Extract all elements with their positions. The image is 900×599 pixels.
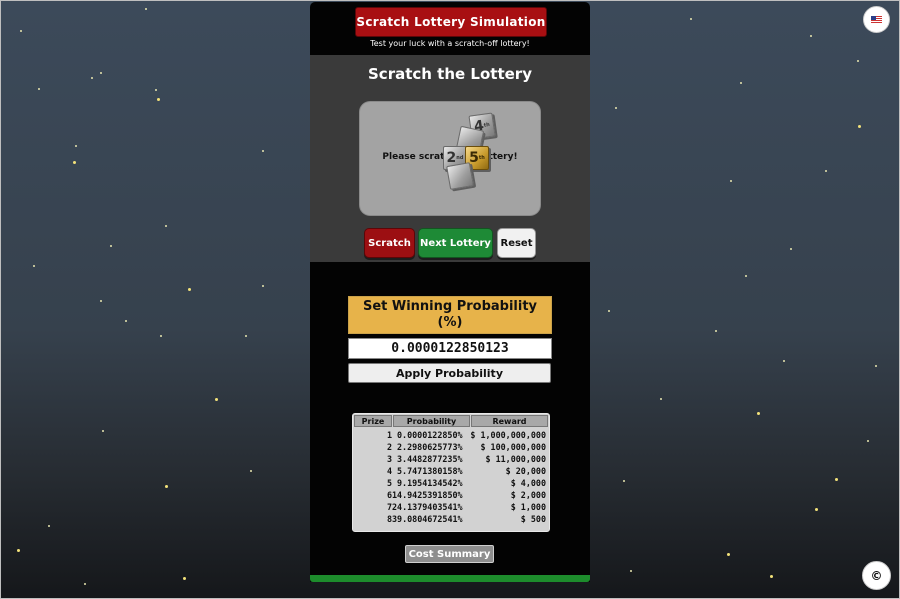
prize-cell: 5 xyxy=(386,478,392,488)
cube-label: 5 xyxy=(469,150,479,166)
prize-table-header: Prize Probability Reward xyxy=(353,414,549,428)
table-row: 5 9.1954134542% $ 4,000 xyxy=(353,477,549,489)
next-lottery-button[interactable]: Next Lottery xyxy=(418,228,493,258)
dice-cube-icon xyxy=(446,162,474,190)
column-header-probability: Probability xyxy=(393,415,470,427)
probability-cell: 39.0804672541% xyxy=(392,514,463,524)
progress-bar-fill xyxy=(310,575,590,582)
probability-cell: 24.1379403541% xyxy=(392,502,463,512)
cost-summary-button[interactable]: Cost Summary xyxy=(405,545,494,563)
progress-bar xyxy=(310,575,590,582)
language-button[interactable] xyxy=(863,6,890,33)
reward-cell: $ 1,000,000,000 xyxy=(470,430,546,440)
copyright-button[interactable]: © xyxy=(862,561,891,590)
table-row: 1 0.0000122850% $ 1,000,000,000 xyxy=(353,429,549,441)
copyright-icon: © xyxy=(870,568,883,583)
reward-cell: $ 11,000,000 xyxy=(485,454,546,464)
scratch-button[interactable]: Scratch xyxy=(364,228,415,258)
cube-suffix: th xyxy=(478,155,485,161)
reward-cell: $ 20,000 xyxy=(505,466,546,476)
probability-cell: 3.4482877235% xyxy=(397,454,463,464)
probability-input[interactable]: 0.0000122850123 xyxy=(348,338,552,359)
prize-table: Prize Probability Reward 1 0.0000122850%… xyxy=(352,413,550,532)
app-title-button[interactable]: Scratch Lottery Simulation xyxy=(355,7,547,37)
probability-heading: Set Winning Probability (%) xyxy=(348,296,552,334)
prize-cell: 2 xyxy=(386,442,392,452)
apply-probability-button[interactable]: Apply Probability xyxy=(348,363,551,383)
lottery-panel: Scratch Lottery Simulation Test your luc… xyxy=(310,2,590,582)
probability-cell: 9.1954134542% xyxy=(397,478,463,488)
column-header-prize: Prize xyxy=(354,415,392,427)
table-row: 7 24.1379403541% $ 1,000 xyxy=(353,501,549,513)
table-row: 6 14.9425391850% $ 2,000 xyxy=(353,489,549,501)
scratch-card[interactable]: Please scratch the lottery! 4th 2nd 5th xyxy=(360,102,540,215)
app-subtitle: Test your luck with a scratch-off lotter… xyxy=(370,39,530,48)
reward-cell: $ 500 xyxy=(520,514,546,524)
probability-cell: 5.7471380158% xyxy=(397,466,463,476)
reward-cell: $ 100,000,000 xyxy=(480,442,546,452)
scratch-section: Scratch the Lottery Please scratch the l… xyxy=(310,55,590,262)
scratch-heading: Scratch the Lottery xyxy=(368,65,532,83)
reward-cell: $ 1,000 xyxy=(510,502,546,512)
probability-cell: 2.2980625773% xyxy=(397,442,463,452)
probability-cell: 0.0000122850% xyxy=(397,430,463,440)
table-row: 8 39.0804672541% $ 500 xyxy=(353,513,549,525)
prize-cell: 3 xyxy=(386,454,392,464)
us-flag-icon xyxy=(871,15,882,24)
table-row: 2 2.2980625773% $ 100,000,000 xyxy=(353,441,549,453)
column-header-reward: Reward xyxy=(471,415,548,427)
reward-cell: $ 4,000 xyxy=(510,478,546,488)
reset-button[interactable]: Reset xyxy=(497,228,536,258)
cube-suffix: nd xyxy=(456,155,464,161)
cube-suffix: th xyxy=(483,121,491,129)
prize-cell: 4 xyxy=(386,466,392,476)
table-row: 4 5.7471380158% $ 20,000 xyxy=(353,465,549,477)
prize-cell: 1 xyxy=(386,430,392,440)
action-buttons: Scratch Next Lottery Reset xyxy=(310,228,590,258)
probability-cell: 14.9425391850% xyxy=(392,490,463,500)
reward-cell: $ 2,000 xyxy=(510,490,546,500)
table-row: 3 3.4482877235% $ 11,000,000 xyxy=(353,453,549,465)
